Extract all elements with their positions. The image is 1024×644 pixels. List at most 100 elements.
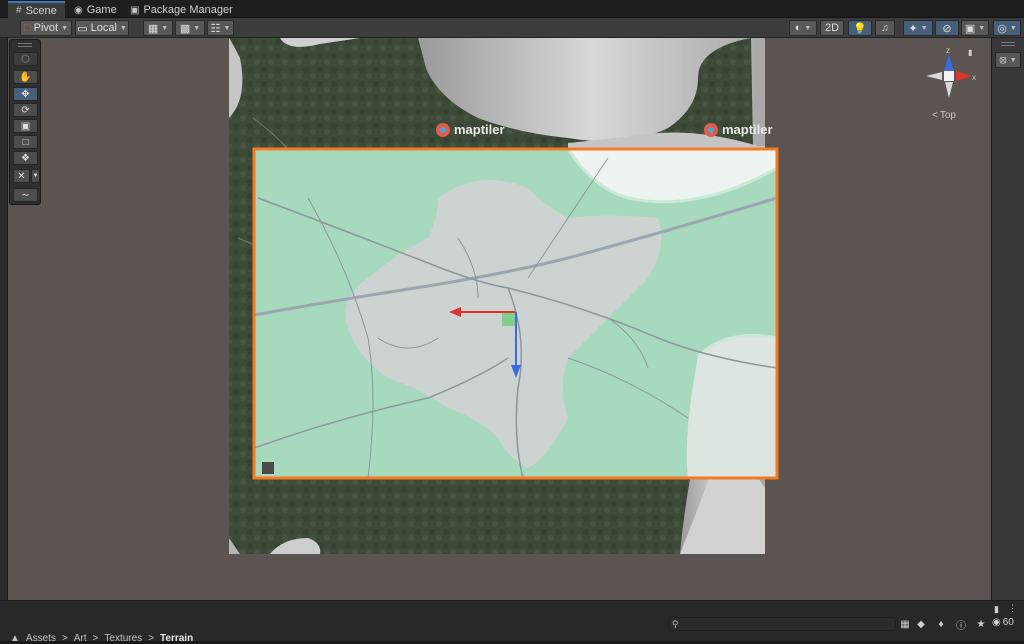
label-filter-icon[interactable]: ♦ <box>934 617 948 631</box>
lighting-toggle[interactable]: 💡 <box>848 20 872 36</box>
view-label[interactable]: < Top <box>932 110 956 121</box>
compass-icon: ⦻ <box>999 53 1007 66</box>
scene-toolbar: □ Pivot ▼ ▭ Local ▼ ▦ ▼ ▩ ▼ ☷ ▼ ◐ ▼ 2D 💡… <box>0 18 1024 38</box>
path-tool-button[interactable]: ∼ <box>13 188 38 202</box>
local-dropdown[interactable]: ▭ Local ▼ <box>75 20 129 36</box>
gizmos-dropdown[interactable]: ◎ ▼ <box>993 20 1021 36</box>
toggle-2d-button[interactable]: 2D <box>820 20 844 36</box>
local-label: Local <box>90 22 117 34</box>
breadcrumb-item[interactable]: Textures <box>104 633 142 644</box>
effects-icon: ✦ <box>908 22 918 35</box>
eye-icon: ◉ <box>992 617 1001 628</box>
ruler-icon: ☷ <box>210 22 221 35</box>
z-axis-label: z <box>946 46 950 55</box>
pivot-icon: □ <box>23 22 31 34</box>
chevron-right-icon: > <box>148 633 155 644</box>
effects-dropdown[interactable]: ✦ ▼ <box>903 20 933 36</box>
chevron-down-icon: ▼ <box>978 24 986 32</box>
drag-handle[interactable] <box>1001 42 1015 46</box>
maptiler-logo: maptiler <box>704 122 773 137</box>
chevron-down-icon: ▼ <box>32 173 39 179</box>
toggle-2d-label: 2D <box>824 22 840 34</box>
camera-dropdown[interactable]: ▣ ▼ <box>961 20 989 36</box>
transform-icon: ❖ <box>21 152 30 164</box>
maptiler-logo-text: maptiler <box>722 122 773 137</box>
transform-tool-button[interactable]: ❖ <box>13 151 38 165</box>
chevron-down-icon: ▼ <box>1009 56 1017 64</box>
scene-render: maptiler maptiler <box>229 38 779 554</box>
scale-icon: ▣ <box>20 120 31 132</box>
left-panel-edge <box>0 38 8 600</box>
breadcrumb-item[interactable]: Assets <box>26 633 56 644</box>
tab-scene[interactable]: # Scene <box>8 1 65 18</box>
hidden-objects-toggle[interactable]: ⊘ <box>935 20 959 36</box>
rect-icon: □ <box>22 136 29 148</box>
cube-icon: ▭ <box>77 22 88 35</box>
chevron-down-icon: ▼ <box>223 24 231 32</box>
hand-icon: ✋ <box>19 71 32 83</box>
menu-icon[interactable]: ⋮ <box>1008 603 1017 614</box>
type-filter-icon[interactable]: ◆ <box>914 617 928 631</box>
cube-icon: ⬡ <box>21 53 30 65</box>
chevron-down-icon: ▼ <box>119 24 127 32</box>
chevron-right-icon: > <box>92 633 99 644</box>
draw-mode-dropdown[interactable]: ◐ ▼ <box>789 20 817 36</box>
search-input[interactable] <box>682 618 883 630</box>
tab-package-manager-label: Package Manager <box>143 4 233 16</box>
neg-z-axis-cone[interactable] <box>945 82 953 98</box>
custom-tool-button[interactable]: ✕ <box>13 169 30 183</box>
unity-editor-window: # Scene ◉ Game ▣ Package Manager □ Pivot… <box>0 0 1024 644</box>
hand-tool-button[interactable]: ✋ <box>13 70 38 84</box>
tools-icon: ✕ <box>17 170 26 182</box>
path-icon: ∼ <box>21 189 30 201</box>
scene-filter-icon[interactable]: ▦ <box>898 617 912 631</box>
chevron-down-icon: ▼ <box>61 24 69 32</box>
lightbulb-icon: 💡 <box>853 22 867 35</box>
hidden-packages-counter[interactable]: ◉ 60 <box>992 617 1014 628</box>
tab-package-manager[interactable]: ▣ Package Manager <box>122 2 241 18</box>
chevron-down-icon: ▼ <box>161 24 169 32</box>
view-arrow-icon: < <box>932 110 938 121</box>
grid-icon: ▦ <box>147 22 159 35</box>
maptiler-logo-text: maptiler <box>454 122 505 137</box>
scene-viewport[interactable]: maptiler maptiler <box>8 38 991 600</box>
x-axis-cone[interactable] <box>956 71 972 81</box>
view-tool-button[interactable]: ⬡ <box>13 52 38 66</box>
lock-icon[interactable]: ▮ <box>968 48 972 57</box>
package-icon: ▣ <box>130 4 140 16</box>
scale-tool-button[interactable]: ▣ <box>13 119 38 133</box>
drag-handle[interactable] <box>18 43 32 47</box>
hidden-count: 60 <box>1002 617 1014 628</box>
x-axis-label: x <box>972 73 976 82</box>
shaded-sphere-icon: ◐ <box>794 22 802 34</box>
move-icon: ✥ <box>21 88 30 100</box>
tab-game[interactable]: ◉ Game <box>66 2 125 18</box>
orientation-gizmo[interactable]: z x < Top ▮ <box>916 44 982 124</box>
chevron-right-icon: ▲ <box>10 633 20 644</box>
move-tool-button[interactable]: ✥ <box>13 87 38 101</box>
search-icon: ⚲ <box>672 618 679 629</box>
pivot-label: Pivot <box>33 22 59 34</box>
rect-tool-button[interactable]: □ <box>13 135 38 149</box>
custom-tool-dropdown[interactable]: ▼ <box>31 169 40 183</box>
lock-icon[interactable]: ▮ <box>994 604 999 615</box>
asset-search-field[interactable]: ⚲ <box>668 617 896 631</box>
pivot-dropdown[interactable]: □ Pivot ▼ <box>20 20 72 36</box>
overlay-menu-button[interactable]: ⦻ ▼ <box>995 52 1021 68</box>
tools-overlay: ⬡ ✋ ✥ ⟳ ▣ □ ❖ ✕ ▼ ∼ <box>9 39 41 205</box>
grid-icon: # <box>16 5 22 16</box>
eye-slash-icon: ⊘ <box>942 22 952 35</box>
breadcrumb-item[interactable]: Art <box>74 633 87 644</box>
rotate-tool-button[interactable]: ⟳ <box>13 103 38 117</box>
z-axis-cone[interactable] <box>944 54 954 72</box>
grid-visibility-button[interactable]: ▦ ▼ <box>143 20 173 36</box>
info-icon[interactable]: ⓘ <box>954 617 968 632</box>
neg-x-axis-cone[interactable] <box>926 72 942 80</box>
gamepad-icon: ◉ <box>74 4 83 16</box>
increment-snap-button[interactable]: ☷ ▼ <box>207 20 234 36</box>
star-icon[interactable]: ★ <box>974 617 988 631</box>
breadcrumb-current[interactable]: Terrain <box>160 633 193 644</box>
audio-toggle[interactable]: ♫ <box>875 20 895 36</box>
grid-snap-button[interactable]: ▩ ▼ <box>175 20 205 36</box>
center-cube[interactable] <box>944 71 954 81</box>
